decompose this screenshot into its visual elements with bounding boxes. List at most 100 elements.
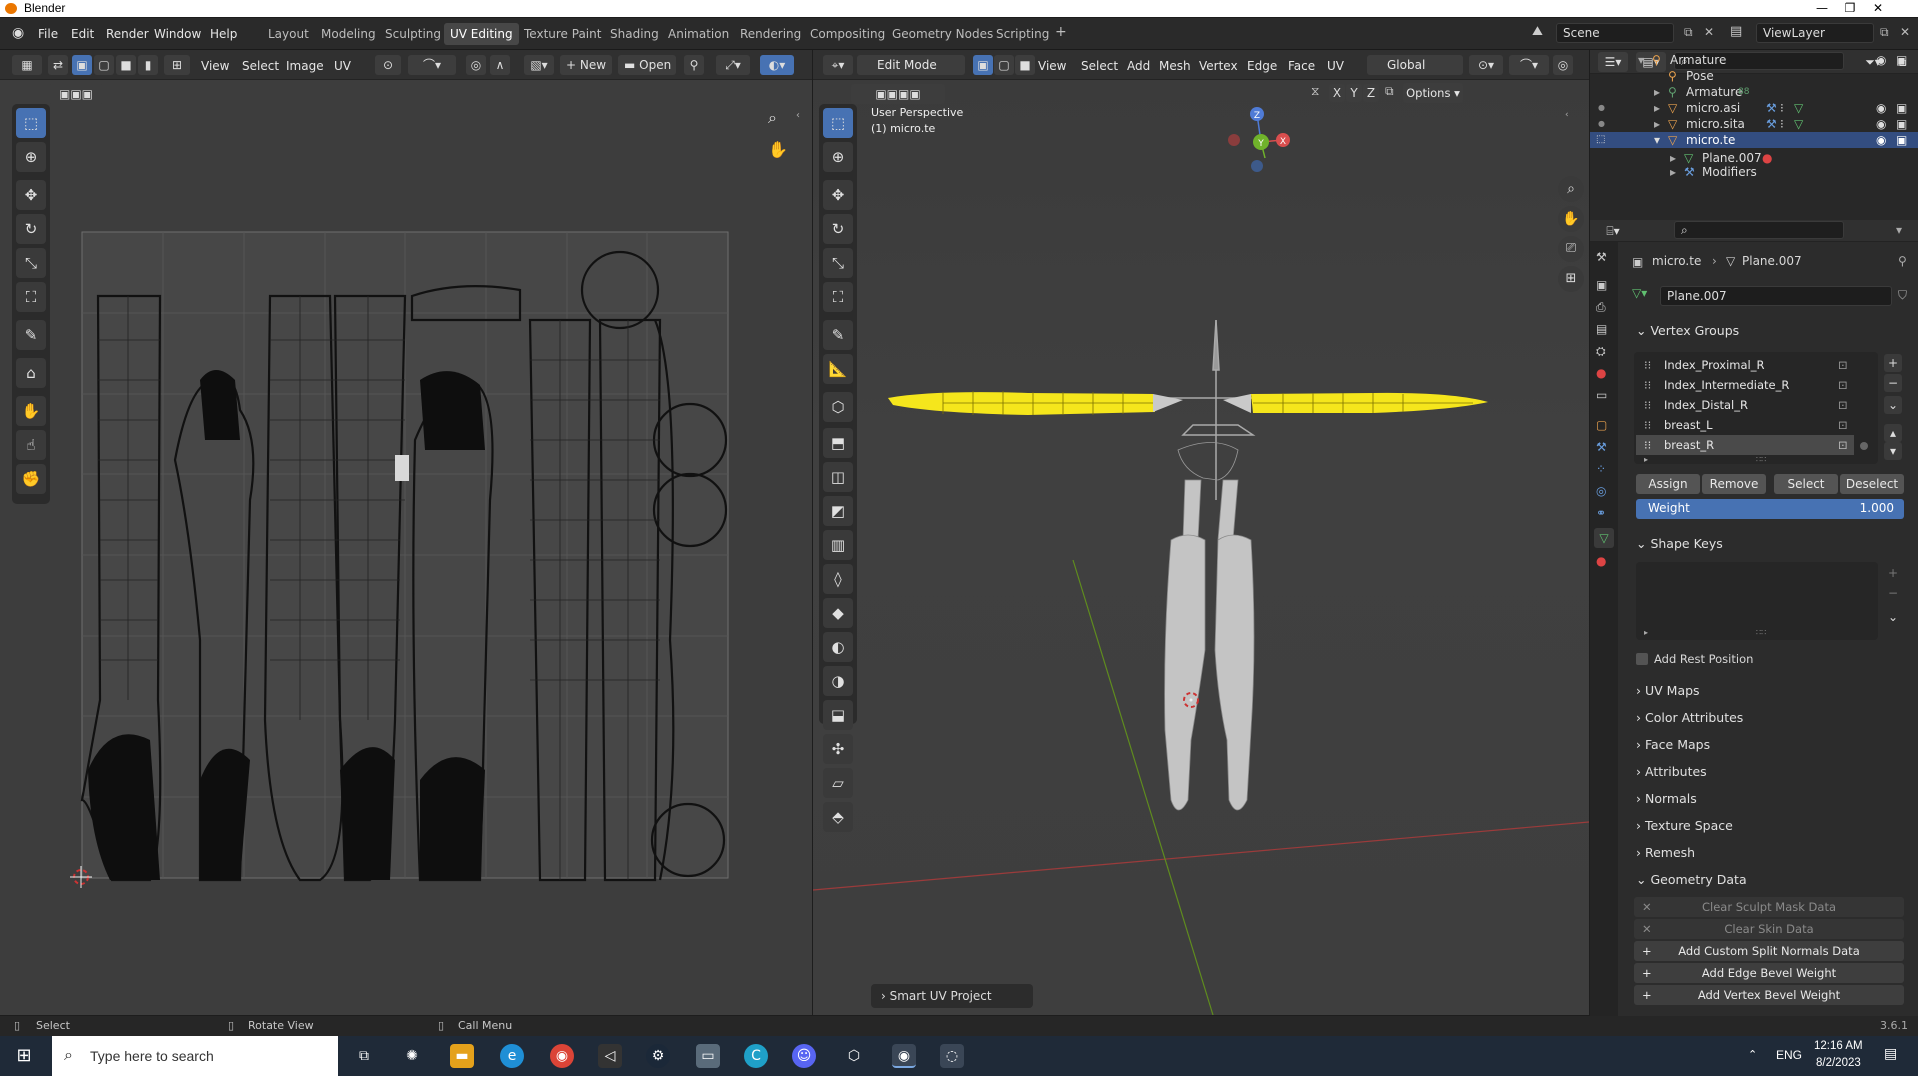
sticky-select-icon[interactable]: ⊞ bbox=[164, 55, 190, 75]
physics-tab-icon[interactable]: ◎ bbox=[1596, 484, 1606, 498]
blender-alt-taskbar-icon[interactable]: ◌ bbox=[940, 1044, 964, 1068]
image-browse-icon[interactable]: ▧▾ bbox=[524, 55, 554, 75]
menu-help[interactable]: Help bbox=[210, 27, 237, 41]
constraints-tab-icon[interactable]: ⚭ bbox=[1596, 506, 1606, 520]
datablock-name-field[interactable]: Plane.007 bbox=[1660, 286, 1892, 306]
add-edge-bevel-weight-button[interactable]: + Add Edge Bevel Weight bbox=[1634, 963, 1904, 983]
tab-shading[interactable]: Shading bbox=[610, 27, 659, 41]
uv-menu-uv[interactable]: UV bbox=[334, 59, 351, 73]
view-layer-tab-icon[interactable]: ▤ bbox=[1596, 322, 1607, 336]
expand-icon[interactable]: ▸ bbox=[1654, 84, 1660, 100]
mode-select[interactable]: Edit Mode bbox=[857, 55, 965, 75]
edit-dot-icon[interactable]: ● bbox=[1598, 116, 1605, 132]
outliner-row-pose[interactable]: ⚲ Pose bbox=[1590, 68, 1918, 84]
clock-time[interactable]: 12:16 AM bbox=[1814, 1040, 1863, 1052]
render-camera-icon[interactable]: ▣ bbox=[1896, 132, 1907, 148]
orientation-select[interactable]: Global bbox=[1367, 55, 1463, 75]
fake-user-shield-icon[interactable]: ⛉ bbox=[1898, 288, 1907, 303]
move-down-icon[interactable]: ▾ bbox=[1884, 442, 1902, 460]
outliner-row-micro-sita[interactable]: ● ▸ ▽ micro.sita ⚒ ⁝ ▽ ◉ ▣ bbox=[1590, 116, 1918, 132]
lock-icon[interactable]: ⊡ bbox=[1838, 415, 1848, 435]
menu-window[interactable]: Window bbox=[154, 27, 201, 41]
output-tab-icon[interactable]: ⎙ bbox=[1596, 300, 1606, 315]
expand-icon[interactable]: ▸ bbox=[1654, 116, 1660, 132]
vp-sidebar-toggle-icon[interactable]: ‹ bbox=[1565, 110, 1569, 120]
blender-taskbar-icon[interactable]: ◉ bbox=[892, 1044, 916, 1068]
tab-animation[interactable]: Animation bbox=[668, 27, 729, 41]
expand-icon[interactable]: ▾ bbox=[1654, 132, 1660, 148]
vp-pivot-icon[interactable]: ⊙▾ bbox=[1469, 55, 1503, 75]
outliner-row-plane007[interactable]: ▸ ▽ Plane.007 ● bbox=[1590, 150, 1918, 166]
clock-date[interactable]: 8/2/2023 bbox=[1816, 1057, 1861, 1069]
last-operator-panel[interactable]: › Smart UV Project bbox=[871, 984, 1033, 1008]
deselect-button[interactable]: Deselect bbox=[1840, 474, 1904, 494]
menu-edit[interactable]: Edit bbox=[71, 27, 94, 41]
close-button[interactable]: ✕ bbox=[1864, 0, 1892, 17]
shape-key-specials-icon[interactable]: ⌄ bbox=[1884, 608, 1902, 626]
add-rest-position-checkbox[interactable]: Add Rest Position bbox=[1636, 650, 1836, 668]
color-attributes-panel-header[interactable]: › Color Attributes bbox=[1636, 710, 1743, 725]
uv-menu-select[interactable]: Select bbox=[242, 59, 279, 73]
list-resize-handle[interactable]: ∷∷ bbox=[1756, 455, 1766, 464]
shape-list-resize-handle[interactable]: ∷∷ bbox=[1756, 628, 1766, 637]
tab-sculpting[interactable]: Sculpting bbox=[385, 27, 441, 41]
vertex-group-item[interactable]: ⁝⁝ Index_Proximal_R ⊡ bbox=[1636, 355, 1854, 375]
properties-search-input[interactable]: ⌕ bbox=[1674, 221, 1844, 239]
snap-icon[interactable]: ⌒▾ bbox=[408, 55, 456, 75]
discord-icon[interactable]: ☺ bbox=[792, 1044, 816, 1068]
vp-menu-mesh[interactable]: Mesh bbox=[1159, 59, 1191, 73]
editor-type-icon[interactable]: ▦ bbox=[12, 55, 42, 75]
render-tab-icon[interactable]: ▣ bbox=[1596, 278, 1607, 292]
vp-menu-vertex[interactable]: Vertex bbox=[1199, 59, 1238, 73]
minimize-button[interactable]: — bbox=[1808, 0, 1836, 17]
normals-panel-header[interactable]: › Normals bbox=[1636, 791, 1697, 806]
menu-render[interactable]: Render bbox=[106, 27, 149, 41]
expand-icon[interactable]: ▸ bbox=[1654, 100, 1660, 116]
assign-button[interactable]: Assign bbox=[1636, 474, 1700, 494]
gizmo-toggle-icon[interactable]: ⤢▾ bbox=[716, 55, 750, 75]
edge-select-icon[interactable]: ▢ bbox=[94, 55, 114, 75]
add-custom-split-normals-button[interactable]: + Add Custom Split Normals Data bbox=[1634, 941, 1904, 961]
viewlayer-field[interactable]: ViewLayer bbox=[1756, 23, 1874, 43]
face-maps-panel-header[interactable]: › Face Maps bbox=[1636, 737, 1710, 752]
render-camera-icon[interactable]: ▣ bbox=[1896, 52, 1907, 68]
remove-shape-key-button[interactable]: − bbox=[1884, 584, 1902, 602]
vertex-groups-panel-header[interactable]: ⌄ Vertex Groups bbox=[1636, 323, 1739, 338]
vp-snap-icon[interactable]: ⌒▾ bbox=[1509, 55, 1549, 75]
c-app-icon[interactable]: C bbox=[744, 1044, 768, 1068]
vp-camera-icon[interactable]: ⎚ bbox=[1558, 236, 1584, 262]
outliner-row-modifiers[interactable]: ▸ ⚒ Modifiers bbox=[1590, 166, 1918, 178]
render-camera-icon[interactable]: ▣ bbox=[1896, 116, 1907, 132]
collection-tab-icon[interactable]: ▭ bbox=[1596, 388, 1607, 402]
overlay-toggle-icon[interactable]: ◐▾ bbox=[760, 55, 794, 75]
face-select-icon[interactable]: ■ bbox=[116, 55, 136, 75]
remesh-panel-header[interactable]: › Remesh bbox=[1636, 845, 1695, 860]
app-window-icon[interactable]: ▭ bbox=[696, 1044, 720, 1068]
shape-list-filter-icon[interactable]: ▸ bbox=[1644, 628, 1648, 637]
edit-mode-icon[interactable]: ⬚ bbox=[1596, 132, 1605, 148]
vertex-group-item[interactable]: ⁝⁝ Index_Intermediate_R ⊡ bbox=[1636, 375, 1854, 395]
pin-icon[interactable]: ⚲ bbox=[684, 55, 704, 75]
particles-tab-icon[interactable]: ⁘ bbox=[1596, 462, 1606, 476]
delete-scene-icon[interactable]: ✕ bbox=[1704, 25, 1714, 39]
vertex-group-item[interactable]: ⁝⁝ breast_L ⊡ bbox=[1636, 415, 1854, 435]
geometry-data-panel-header[interactable]: ⌄ Geometry Data bbox=[1636, 872, 1747, 887]
island-select-icon[interactable]: ▮ bbox=[138, 55, 158, 75]
select-button[interactable]: Select bbox=[1774, 474, 1838, 494]
vp-menu-uv[interactable]: UV bbox=[1327, 59, 1344, 73]
language-indicator[interactable]: ENG bbox=[1776, 1048, 1802, 1062]
vp-menu-add[interactable]: Add bbox=[1127, 59, 1150, 73]
new-scene-icon[interactable]: ⧉ bbox=[1684, 25, 1693, 40]
new-viewlayer-icon[interactable]: ⧉ bbox=[1880, 25, 1889, 40]
expand-icon[interactable]: ▾ bbox=[1638, 52, 1644, 68]
tray-chevron-icon[interactable]: ⌃ bbox=[1748, 1048, 1757, 1061]
modifiers-tab-icon[interactable]: ⚒ bbox=[1596, 440, 1607, 454]
outliner-row-armature[interactable]: ▾ ⚲ Armature ◉ ▣ bbox=[1590, 52, 1918, 68]
clear-skin-data-button[interactable]: ✕ Clear Skin Data bbox=[1634, 919, 1904, 939]
vp-vertex-select-icon[interactable]: ▣ bbox=[973, 55, 993, 75]
tab-compositing[interactable]: Compositing bbox=[810, 27, 885, 41]
vp-zoom-icon[interactable]: ⌕ bbox=[1558, 176, 1584, 202]
tab-uv-editing[interactable]: UV Editing bbox=[444, 23, 519, 45]
material-tab-icon[interactable]: ● bbox=[1596, 554, 1606, 568]
add-vertex-bevel-weight-button[interactable]: + Add Vertex Bevel Weight bbox=[1634, 985, 1904, 1005]
